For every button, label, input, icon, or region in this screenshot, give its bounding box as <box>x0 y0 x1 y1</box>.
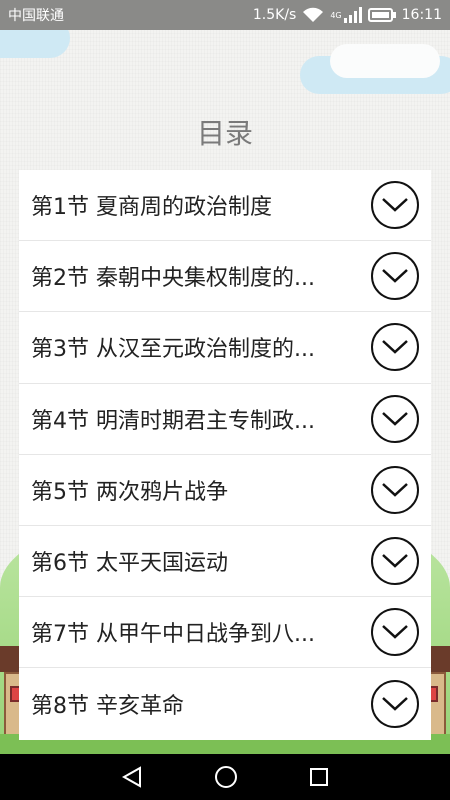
chapter-item-2[interactable]: 第2节 秦朝中央集权制度的... <box>19 241 431 313</box>
navigation-bar <box>0 754 450 800</box>
chevron-down-icon[interactable] <box>371 608 419 657</box>
chevron-down-icon[interactable] <box>371 252 419 301</box>
chapter-label: 第2节 秦朝中央集权制度的... <box>31 266 315 292</box>
page-title: 目录 <box>196 117 253 150</box>
chapter-label: 第1节 夏商周的政治制度 <box>31 195 272 221</box>
chevron-down-icon[interactable] <box>371 181 419 230</box>
network-type: 4G <box>330 10 342 20</box>
chevron-down-icon[interactable] <box>371 394 419 443</box>
chapter-label: 第3节 从汉至元政治制度的... <box>31 337 315 363</box>
clock: 16:11 <box>401 7 442 23</box>
chevron-down-icon[interactable] <box>371 465 419 514</box>
status-bar: 中国联通 1.5K/s 4G 16:11 <box>0 0 450 30</box>
chapter-item-4[interactable]: 第4节 明清时期君主专制政... <box>19 384 431 455</box>
recent-square-icon[interactable] <box>308 766 330 788</box>
chapter-item-3[interactable]: 第3节 从汉至元政治制度的... <box>19 312 431 384</box>
chapter-item-6[interactable]: 第6节 太平天国运动 <box>19 526 431 598</box>
chevron-down-icon[interactable] <box>371 323 419 372</box>
chapter-label: 第5节 两次鸦片战争 <box>31 479 228 505</box>
chapter-label: 第8节 辛亥革命 <box>31 693 184 719</box>
chapter-item-1[interactable]: 第1节 夏商周的政治制度 <box>19 170 431 242</box>
chapter-item-5[interactable]: 第5节 两次鸦片战争 <box>19 455 431 526</box>
chapter-label: 第4节 明清时期君主专制政... <box>31 408 315 434</box>
carrier-label: 中国联通 <box>8 8 64 24</box>
chapter-label: 第7节 从甲午中日战争到八... <box>31 622 315 648</box>
chapter-list: 第1节 夏商周的政治制度 第2节 秦朝中央集权制度的... 第3节 从汉至元政治… <box>19 170 431 740</box>
network-speed: 1.5K/s <box>252 7 297 23</box>
chevron-down-icon[interactable] <box>371 537 419 586</box>
wifi-icon <box>303 7 324 22</box>
chapter-label: 第6节 太平天国运动 <box>31 551 228 577</box>
chevron-down-icon[interactable] <box>371 679 419 728</box>
home-circle-icon[interactable] <box>213 764 239 790</box>
cloud-decoration <box>0 30 70 58</box>
back-triangle-icon[interactable] <box>120 765 144 789</box>
cloud-decoration <box>330 44 440 78</box>
chapter-item-7[interactable]: 第7节 从甲午中日战争到八... <box>19 597 431 669</box>
signal-icon <box>343 7 362 23</box>
chapter-item-8[interactable]: 第8节 辛亥革命 <box>19 668 431 739</box>
battery-icon <box>367 8 396 22</box>
status-right-group: 1.5K/s 4G 16:11 <box>253 7 442 23</box>
